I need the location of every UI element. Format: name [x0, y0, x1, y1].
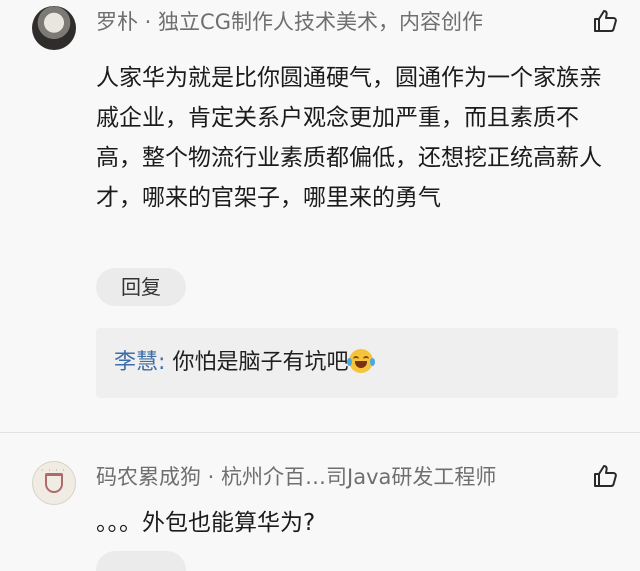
sub-reply-box: 李慧: 你怕是脑子有坑吧: [96, 328, 618, 398]
comment-author[interactable]: 码农累成狗 · 杭州介百…司Java研发工程师: [96, 461, 496, 491]
comment-author[interactable]: 罗朴 · 独立CG制作人技术美术，内容创作: [96, 6, 483, 36]
thumbs-up-icon[interactable]: [592, 8, 618, 34]
thumbs-up-icon[interactable]: [592, 463, 618, 489]
reply-button[interactable]: 回复: [96, 268, 186, 306]
avatar[interactable]: [32, 6, 76, 50]
comment-text: 。。。外包也能算华为?: [96, 510, 316, 536]
laughing-crying-emoji-icon: [347, 349, 376, 373]
sub-reply-author[interactable]: 李慧: [114, 350, 158, 375]
comment-item: 罗朴 · 独立CG制作人技术美术，内容创作 人家华为就是比你圆通硬气，圆通作为一…: [0, 0, 640, 432]
comment-item: · · · · 码农累成狗 · 杭州介百…司Java研发工程师 。。。外包也能算…: [0, 433, 640, 571]
reply-button[interactable]: [96, 551, 186, 571]
sub-reply-separator: :: [158, 350, 166, 375]
avatar[interactable]: · · · ·: [32, 461, 76, 505]
comment-text: 人家华为就是比你圆通硬气，圆通作为一个家族亲戚企业，肯定关系户观念更加严重，而且…: [96, 65, 602, 211]
sub-reply[interactable]: 李慧: 你怕是脑子有坑吧: [114, 345, 376, 381]
sub-reply-text: 你怕是脑子有坑吧: [172, 350, 349, 375]
